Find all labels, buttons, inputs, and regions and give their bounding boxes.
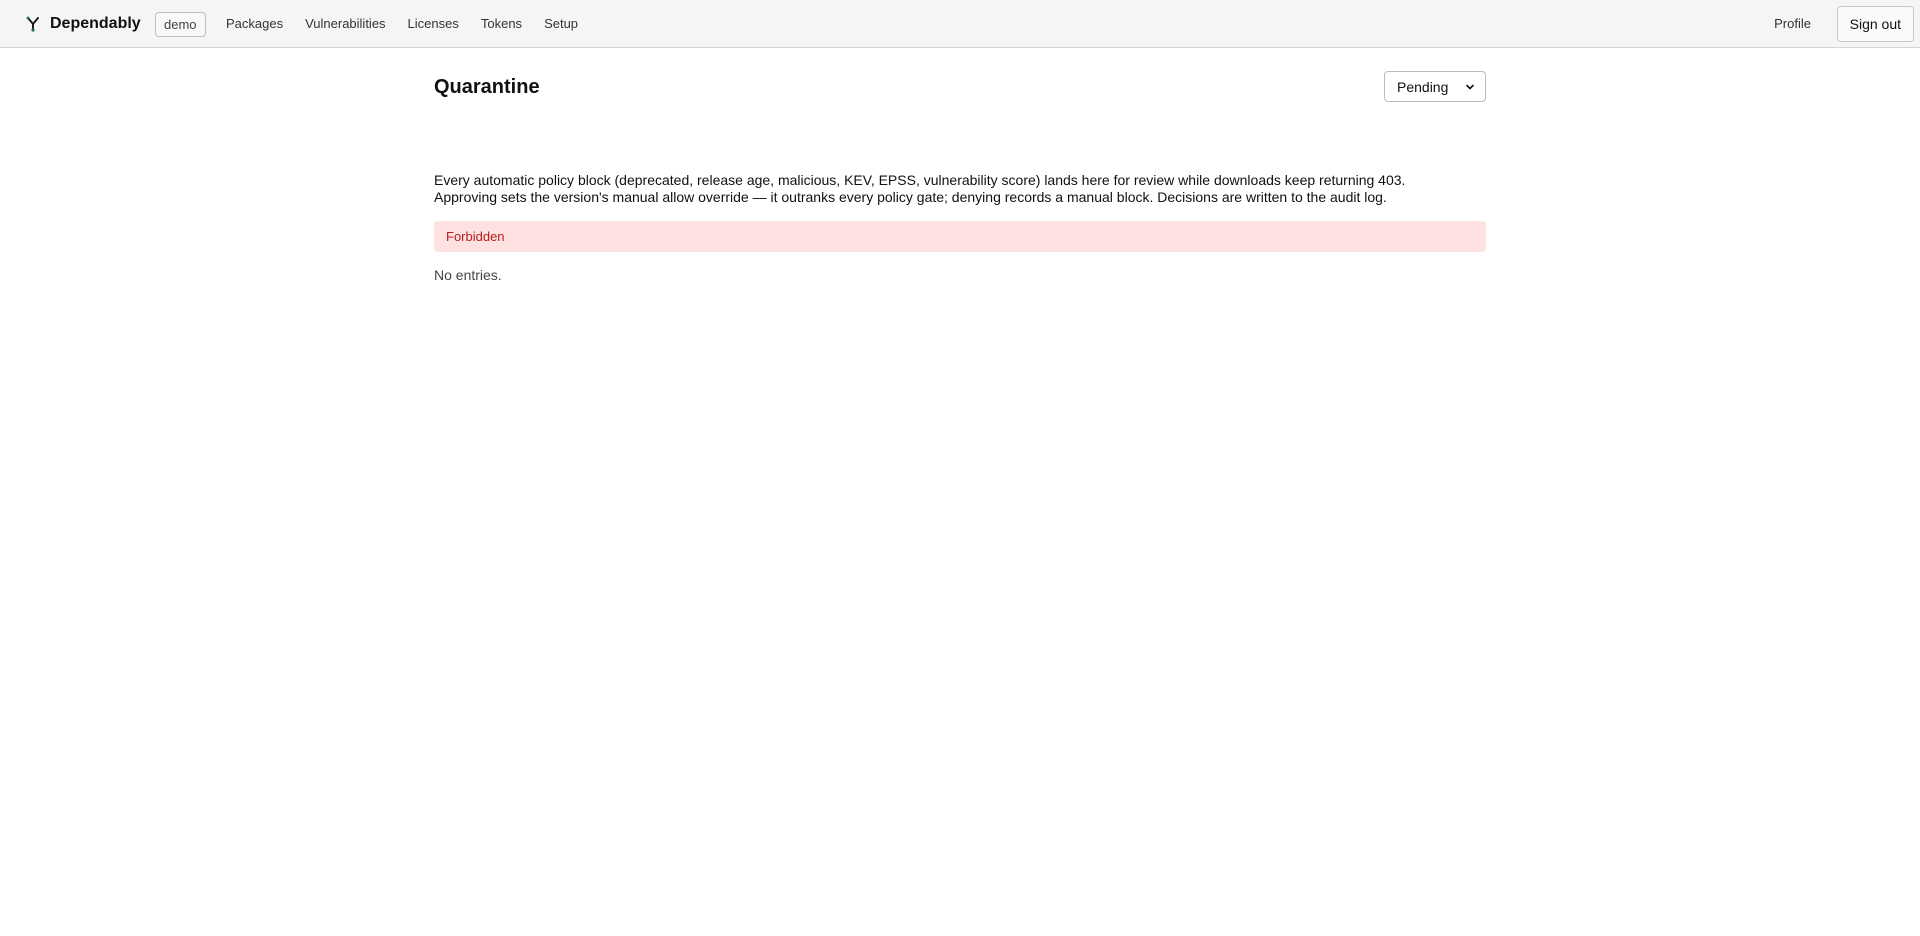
nav-item-setup[interactable]: Setup: [544, 16, 578, 31]
main-nav: Packages Vulnerabilities Licenses Tokens…: [226, 0, 578, 47]
status-filter-value: Pending: [1397, 78, 1449, 95]
brand-home-link[interactable]: Dependably: [24, 0, 141, 47]
nav-item-licenses[interactable]: Licenses: [408, 16, 459, 31]
nav-item-vulnerabilities[interactable]: Vulnerabilities: [305, 16, 385, 31]
empty-state-message: No entries.: [434, 267, 502, 283]
top-navigation-bar: Dependably demo Packages Vulnerabilities…: [0, 0, 1920, 48]
main-content: Quarantine Pending Every automatic polic…: [434, 48, 1486, 283]
sign-out-button[interactable]: Sign out: [1836, 6, 1914, 42]
status-filter-select[interactable]: Pending: [1384, 71, 1486, 102]
dependency-branch-icon: [24, 15, 42, 33]
page-title: Quarantine: [434, 76, 540, 98]
org-badge[interactable]: demo: [155, 12, 206, 37]
nav-item-packages[interactable]: Packages: [226, 16, 283, 31]
page-description: Every automatic policy block (deprecated…: [434, 172, 1486, 206]
brand-name: Dependably: [50, 14, 141, 32]
error-message: Forbidden: [446, 229, 505, 244]
description-line-1: Every automatic policy block (deprecated…: [434, 172, 1406, 188]
error-alert: Forbidden: [434, 221, 1486, 252]
description-line-2: Approving sets the version's manual allo…: [434, 189, 1387, 205]
profile-link[interactable]: Profile: [1774, 0, 1811, 47]
page-header: Quarantine Pending: [434, 48, 1486, 128]
chevron-down-icon: [1465, 79, 1475, 95]
nav-item-tokens[interactable]: Tokens: [481, 16, 522, 31]
